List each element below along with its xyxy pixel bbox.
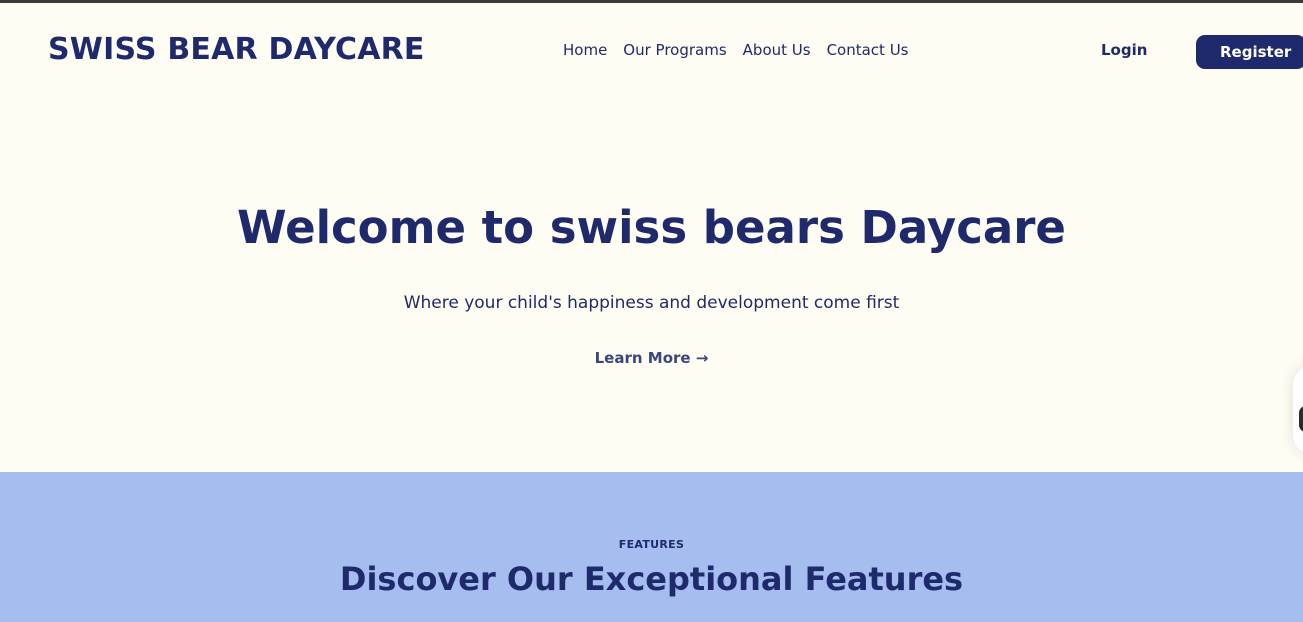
side-widget-handle-icon[interactable] (1299, 406, 1303, 432)
features-section: FEATURES Discover Our Exceptional Featur… (0, 472, 1303, 622)
site-header: SWISS BEAR DAYCARE Home Our Programs Abo… (0, 3, 1303, 97)
register-button[interactable]: Register (1196, 35, 1303, 69)
login-link[interactable]: Login (1101, 41, 1147, 59)
nav-home[interactable]: Home (563, 41, 607, 59)
nav-about-us[interactable]: About Us (743, 41, 811, 59)
hero-section: Welcome to swiss bears Daycare Where you… (0, 97, 1303, 472)
main-nav: Home Our Programs About Us Contact Us (563, 41, 909, 59)
nav-our-programs[interactable]: Our Programs (623, 41, 726, 59)
features-title: Discover Our Exceptional Features (339, 560, 964, 598)
features-eyebrow: FEATURES (618, 538, 685, 551)
learn-more-container: Learn More → (0, 349, 1303, 367)
brand-logo[interactable]: SWISS BEAR DAYCARE (48, 32, 425, 67)
nav-contact-us[interactable]: Contact Us (827, 41, 909, 59)
hero-subtitle: Where your child's happiness and develop… (403, 293, 900, 313)
hero-title: Welcome to swiss bears Daycare (237, 201, 1066, 254)
learn-more-link[interactable]: Learn More → (595, 349, 709, 367)
